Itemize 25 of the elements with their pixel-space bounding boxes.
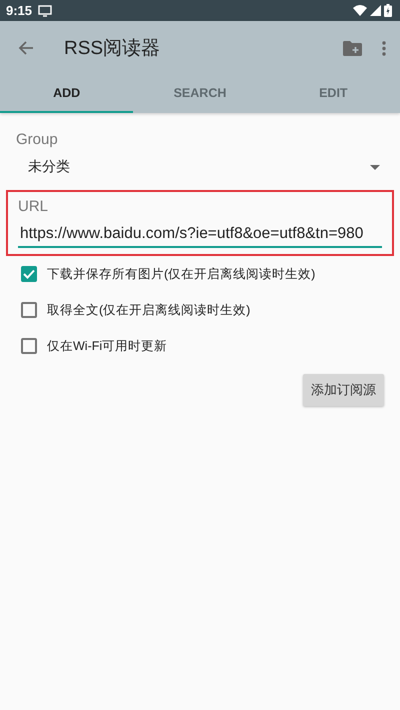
add-feed-button[interactable]: 添加订阅源 (303, 374, 384, 406)
url-input-field[interactable]: https://www.baidu.com/s?ie=utf8&oe=utf8&tn=980 (18, 215, 382, 248)
option-label: 取得全文(仅在开启离线阅读时生效) (47, 302, 250, 318)
cast-icon (38, 4, 52, 16)
url-label: URL (18, 198, 48, 215)
checkbox[interactable] (21, 338, 37, 354)
checkmark-icon (23, 269, 35, 279)
tab[interactable]: ADD (0, 75, 134, 113)
checkbox[interactable] (21, 266, 37, 282)
add-folder-button[interactable] (340, 40, 364, 56)
checkbox[interactable] (21, 302, 37, 318)
signal-icon (370, 5, 381, 16)
group-dropdown[interactable]: 未分类 (16, 148, 384, 186)
more-vertical-icon (382, 40, 386, 56)
option-label: 下载并保存所有图片(仅在开启离线阅读时生效) (47, 266, 316, 282)
app-title: RSS阅读器 (64, 37, 162, 61)
dropdown-value: 未分类 (28, 158, 70, 176)
clock: 9:15 (6, 3, 32, 18)
dropdown-caret-icon (370, 164, 380, 170)
battery-icon (384, 4, 392, 17)
group-label: Group (16, 131, 58, 148)
back-arrow-icon (18, 40, 34, 56)
wifi-icon (353, 5, 367, 16)
option-label: 仅在Wi-Fi可用时更新 (47, 338, 168, 354)
folder-plus-icon (342, 40, 362, 56)
